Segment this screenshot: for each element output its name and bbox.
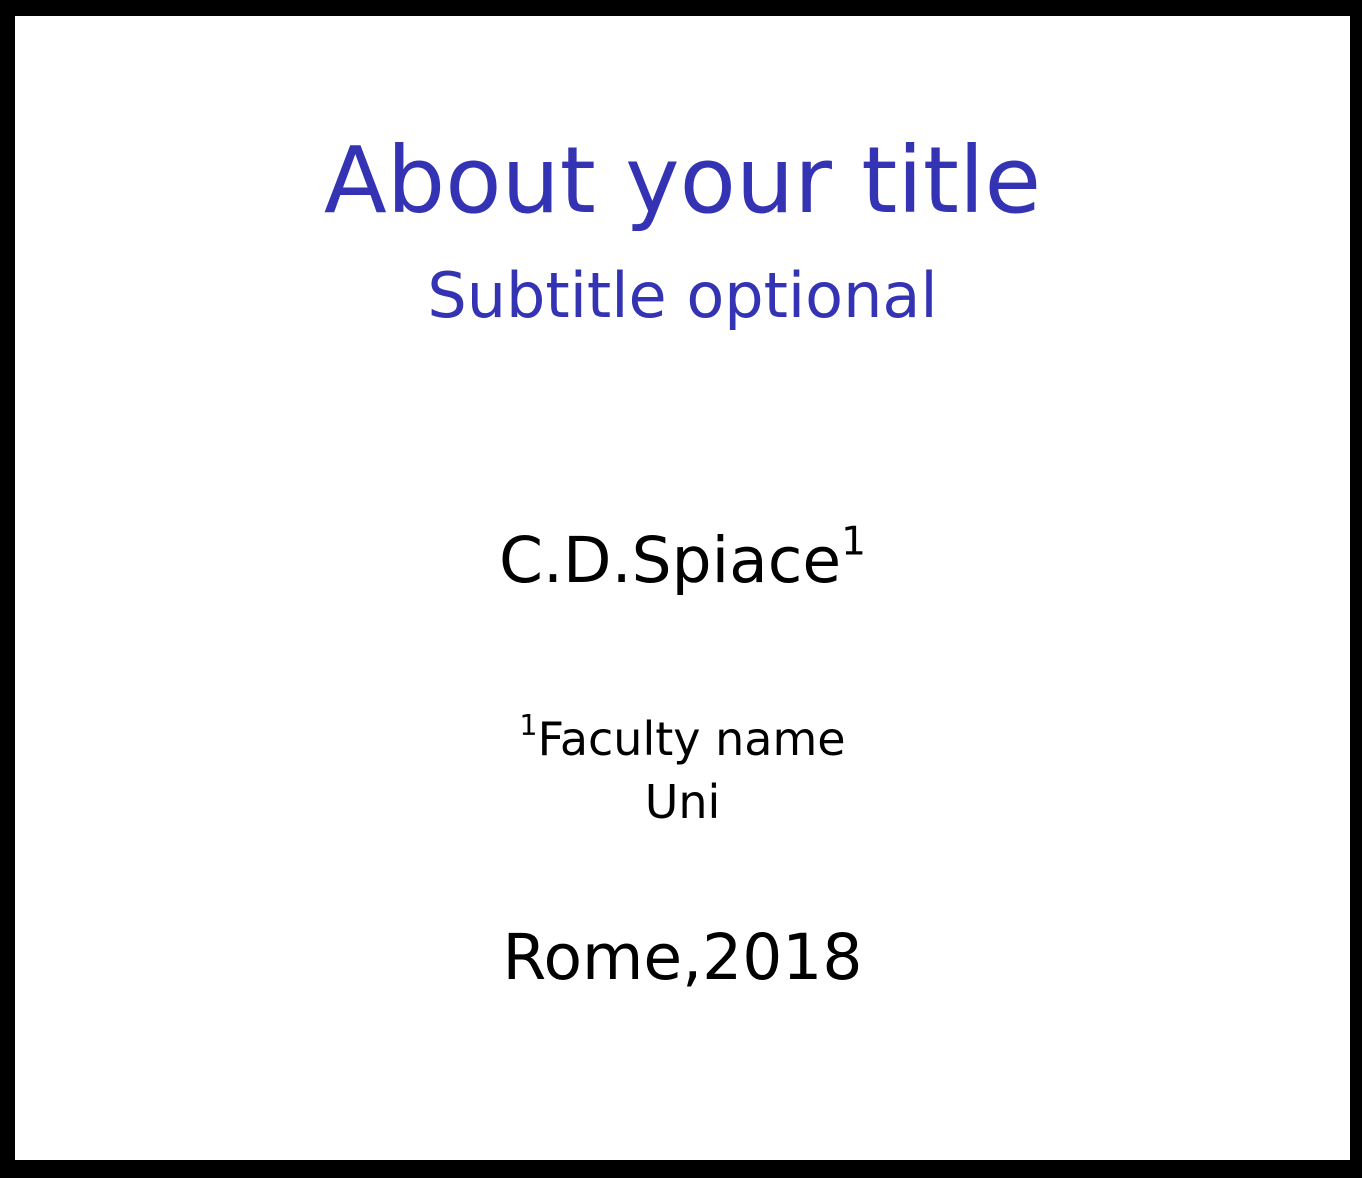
author-name: C.D.Spiace [499,524,842,597]
slide-title: About your title [323,127,1042,234]
author-line: C.D.Spiace1 [15,522,1350,600]
affiliation-line: 1Faculty name [15,709,1350,769]
university-name: Uni [644,775,721,829]
slide-subtitle: Subtitle optional [427,259,938,332]
author-affiliation-mark: 1 [841,519,866,565]
date-place: Rome,2018 [502,921,863,994]
affiliation-mark: 1 [519,709,538,743]
title-slide: About your title Subtitle optional C.D.S… [15,16,1350,1160]
faculty-name: Faculty name [537,712,846,766]
